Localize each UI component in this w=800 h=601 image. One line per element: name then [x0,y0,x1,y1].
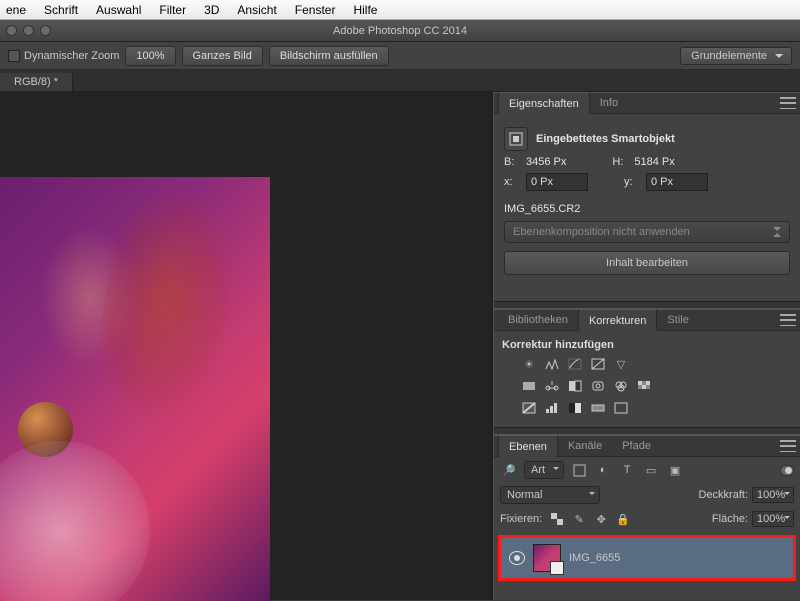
options-bar: Dynamischer Zoom 100% Ganzes Bild Bildsc… [0,42,800,70]
opacity-label: Deckkraft: [698,489,748,501]
filter-adjust-icon[interactable]: ◐ [594,461,612,479]
filter-switch[interactable] [780,465,794,476]
height-label: H: [612,156,626,168]
layer-name[interactable]: IMG_6655 [569,552,620,564]
document-tab[interactable]: RGB/8) * [0,73,73,91]
menu-item[interactable]: ene [6,3,26,17]
menu-item[interactable]: Ansicht [237,3,276,17]
x-input[interactable] [526,173,588,191]
smart-object-icon [504,127,528,151]
properties-panel-body: Eingebettetes Smartobjekt B: 3456 Px H: … [494,114,800,301]
app-title: Adobe Photoshop CC 2014 [333,25,467,37]
fit-screen-button[interactable]: Ganzes Bild [182,46,263,66]
zoom-dot[interactable] [40,25,51,36]
curves-icon[interactable] [566,355,584,373]
tab-channels[interactable]: Kanäle [558,436,612,456]
filter-type-icon[interactable]: T [618,461,636,479]
properties-panel-header: Eigenschaften Info [494,92,800,114]
dynamic-zoom-checkbox[interactable]: Dynamischer Zoom [8,50,119,62]
minimize-dot[interactable] [23,25,34,36]
levels-icon[interactable] [543,355,561,373]
app-title-bar: Adobe Photoshop CC 2014 [0,20,800,42]
brightness-icon[interactable]: ☀ [520,355,538,373]
bw-icon[interactable] [566,377,584,395]
tab-paths[interactable]: Pfade [612,436,661,456]
lock-all-icon[interactable]: 🔒 [614,510,632,528]
hue-sat-icon[interactable] [520,377,538,395]
layer-comp-dropdown[interactable]: Ebenenkomposition nicht anwenden [504,221,790,243]
layer-blend-row: Normal Deckkraft: 100% [494,483,800,507]
tab-styles[interactable]: Stile [657,310,698,330]
panel-menu-icon[interactable] [780,440,796,452]
tab-properties[interactable]: Eigenschaften [498,92,590,114]
lock-pixels-icon[interactable]: ✎ [570,510,588,528]
lock-transparency-icon[interactable] [548,510,566,528]
menu-item[interactable]: 3D [204,3,219,17]
width-label: B: [504,156,518,168]
menu-item[interactable]: Hilfe [353,3,377,17]
workspace-dropdown[interactable]: Grundelemente [680,47,792,65]
tab-libraries[interactable]: Bibliotheken [498,310,578,330]
menu-item[interactable]: Auswahl [96,3,141,17]
opacity-value[interactable]: 100% [752,487,794,503]
width-value: 3456 Px [526,156,566,168]
height-value: 5184 Px [634,156,674,168]
x-label: x: [504,176,518,188]
posterize-icon[interactable] [543,399,561,417]
layer-filter-bar: 🔎 Art ◐ T ▭ ▣ [494,457,800,483]
y-label: y: [624,176,638,188]
menu-item[interactable]: Fenster [295,3,336,17]
color-balance-icon[interactable] [543,377,561,395]
channel-mixer-icon[interactable] [612,377,630,395]
layer-row-selected[interactable]: IMG_6655 [498,535,796,581]
add-adjustment-heading: Korrektur hinzufügen [502,339,792,351]
visibility-eye-icon[interactable] [509,551,525,565]
edit-contents-button[interactable]: Inhalt bearbeiten [504,251,790,275]
filter-kind-dropdown[interactable]: Art [524,461,564,479]
tab-info[interactable]: Info [590,93,628,113]
embedded-filename: IMG_6655.CR2 [504,203,580,215]
panel-menu-icon[interactable] [780,314,796,326]
adjustments-panel-header: Bibliotheken Korrekturen Stile [494,309,800,331]
tab-adjustments[interactable]: Korrekturen [578,309,657,331]
panel-menu-icon[interactable] [780,97,796,109]
layers-panel-header: Ebenen Kanäle Pfade [494,435,800,457]
filter-shape-icon[interactable]: ▭ [642,461,660,479]
close-dot[interactable] [6,25,17,36]
layer-thumbnail[interactable] [533,544,561,572]
window-controls[interactable] [6,25,51,36]
layer-lock-row: Fixieren: ✎ ✥ 🔒 Fläche: 100% [494,507,800,531]
lock-position-icon[interactable]: ✥ [592,510,610,528]
panel-dock: Eigenschaften Info Eingebettetes Smartob… [493,92,800,600]
fill-screen-button[interactable]: Bildschirm ausfüllen [269,46,389,66]
zoom-100-button[interactable]: 100% [125,46,175,66]
color-lookup-icon[interactable] [635,377,653,395]
y-input[interactable] [646,173,708,191]
exposure-icon[interactable] [589,355,607,373]
photo-filter-icon[interactable] [589,377,607,395]
fill-value[interactable]: 100% [752,511,794,527]
document-image [0,177,270,601]
os-menu-bar: ene Schrift Auswahl Filter 3D Ansicht Fe… [0,0,800,20]
blend-mode-dropdown[interactable]: Normal [500,486,600,504]
menu-item[interactable]: Schrift [44,3,78,17]
threshold-icon[interactable] [566,399,584,417]
filter-pixel-icon[interactable] [570,461,588,479]
selective-color-icon[interactable] [612,399,630,417]
search-icon[interactable]: 🔎 [500,461,518,479]
invert-icon[interactable] [520,399,538,417]
document-tab-bar: RGB/8) * [0,70,800,92]
smart-object-type-label: Eingebettetes Smartobjekt [536,133,675,145]
gradient-map-icon[interactable] [589,399,607,417]
lock-label: Fixieren: [500,513,542,525]
vibrance-icon[interactable]: ▽ [612,355,630,373]
fill-label: Fläche: [712,513,748,525]
tab-layers[interactable]: Ebenen [498,435,558,457]
adjustments-panel-body: Korrektur hinzufügen ☀ ▽ [494,331,800,427]
canvas-area[interactable] [0,92,493,600]
menu-item[interactable]: Filter [159,3,186,17]
filter-smart-icon[interactable]: ▣ [666,461,684,479]
